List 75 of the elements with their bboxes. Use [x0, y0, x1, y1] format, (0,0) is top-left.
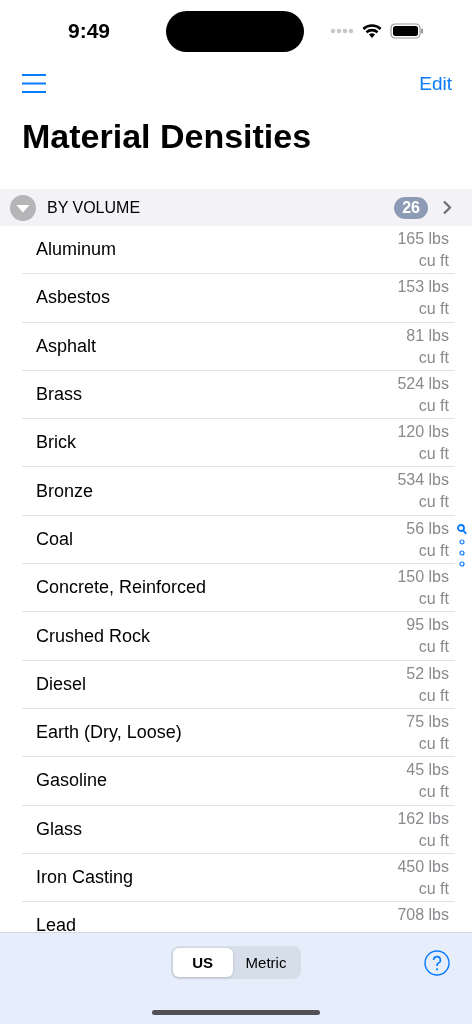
- wifi-icon: [362, 23, 382, 39]
- section-header[interactable]: BY VOLUME 26: [0, 189, 472, 226]
- density-value: 56 lbs: [406, 518, 449, 539]
- density-value: 52 lbs: [406, 663, 449, 684]
- density-value: 45 lbs: [406, 760, 449, 781]
- density-value: 524 lbs: [397, 373, 449, 394]
- density-unit: cu ft: [418, 444, 449, 465]
- density-value: 150 lbs: [397, 567, 449, 588]
- unit-segment[interactable]: Metric: [232, 948, 300, 977]
- material-row[interactable]: Iron Casting 450 lbs cu ft: [22, 853, 455, 903]
- density-unit: cu ft: [418, 685, 449, 706]
- density-value: 534 lbs: [397, 470, 449, 491]
- material-name: Concrete, Reinforced: [36, 577, 207, 599]
- material-row[interactable]: Diesel 52 lbs cu ft: [22, 660, 455, 709]
- material-row[interactable]: Asphalt 81 lbs cu ft: [22, 322, 455, 371]
- density-unit: cu ft: [418, 782, 449, 803]
- density-unit: cu ft: [418, 733, 449, 754]
- menu-icon[interactable]: [22, 74, 46, 93]
- material-name: Asbestos: [36, 287, 111, 309]
- density-value: 708 lbs: [397, 905, 449, 926]
- edit-button[interactable]: Edit: [419, 72, 452, 95]
- battery-icon: [390, 23, 424, 39]
- density-value: 120 lbs: [397, 422, 449, 443]
- status-time: 9:49: [68, 19, 112, 43]
- material-name: Lead: [36, 915, 77, 932]
- material-row[interactable]: Concrete, Reinforced 150 lbs cu ft: [22, 564, 455, 613]
- page-title: Material Densities: [21, 116, 313, 157]
- material-name: Gasoline: [36, 770, 108, 792]
- material-name: Bronze: [36, 480, 94, 502]
- material-name: Aluminum: [36, 239, 117, 261]
- material-name: Earth (Dry, Loose): [36, 722, 182, 744]
- density-value: 81 lbs: [406, 325, 449, 346]
- material-name: Asphalt: [36, 335, 97, 357]
- material-name: Iron Casting: [36, 867, 134, 888]
- material-row[interactable]: Bronze 534 lbs cu ft: [22, 467, 455, 516]
- density-unit: cu ft: [418, 347, 449, 368]
- material-row[interactable]: Brass 524 lbs cu ft: [22, 370, 455, 420]
- material-row[interactable]: Brick 120 lbs cu ft: [22, 419, 455, 468]
- collapse-icon[interactable]: [10, 194, 36, 221]
- material-row[interactable]: Coal 56 lbs cu ft: [22, 515, 455, 565]
- count-badge: 26: [394, 196, 428, 219]
- material-row[interactable]: Asbestos 153 lbs cu ft: [22, 274, 455, 323]
- chevron-icon: [442, 200, 452, 215]
- density-value: 162 lbs: [397, 808, 449, 829]
- density-unit: cu ft: [418, 637, 449, 658]
- material-name: Glass: [36, 818, 82, 840]
- section-label: BY VOLUME: [47, 198, 142, 217]
- material-name: Diesel: [36, 673, 87, 695]
- density-unit: cu ft: [418, 830, 449, 851]
- material-row[interactable]: Earth (Dry, Loose) 75 lbs cu ft: [22, 708, 455, 758]
- density-value: 165 lbs: [397, 229, 449, 249]
- density-unit: cu ft: [418, 492, 449, 513]
- density-value: 450 lbs: [397, 856, 449, 877]
- material-row[interactable]: Gasoline 45 lbs cu ft: [22, 757, 455, 806]
- density-unit: cu ft: [418, 251, 449, 271]
- material-row[interactable]: Aluminum 165 lbs cu ft: [22, 226, 455, 275]
- density-unit: cu ft: [418, 540, 449, 561]
- density-unit: cu ft: [418, 395, 449, 416]
- material-row[interactable]: Crushed Rock 95 lbs cu ft: [22, 612, 455, 661]
- material-row[interactable]: Glass 162 lbs cu ft: [22, 805, 455, 854]
- density-unit: cu ft: [418, 878, 449, 899]
- density-unit: cu ft: [418, 299, 449, 320]
- density-value: 153 lbs: [397, 277, 449, 298]
- index-dots-icon[interactable]: [459, 538, 465, 568]
- material-name: Brick: [36, 432, 76, 454]
- material-name: Brass: [36, 384, 82, 406]
- material-name: Crushed Rock: [36, 625, 151, 647]
- unit-segment[interactable]: US: [172, 948, 233, 977]
- density-value: 75 lbs: [406, 711, 449, 732]
- material-name: Coal: [36, 528, 74, 550]
- density-value: 95 lbs: [406, 615, 449, 636]
- search-icon[interactable]: [457, 524, 467, 535]
- help-icon[interactable]: [424, 950, 450, 976]
- signal-icon: [330, 28, 354, 34]
- density-unit: cu ft: [418, 589, 449, 610]
